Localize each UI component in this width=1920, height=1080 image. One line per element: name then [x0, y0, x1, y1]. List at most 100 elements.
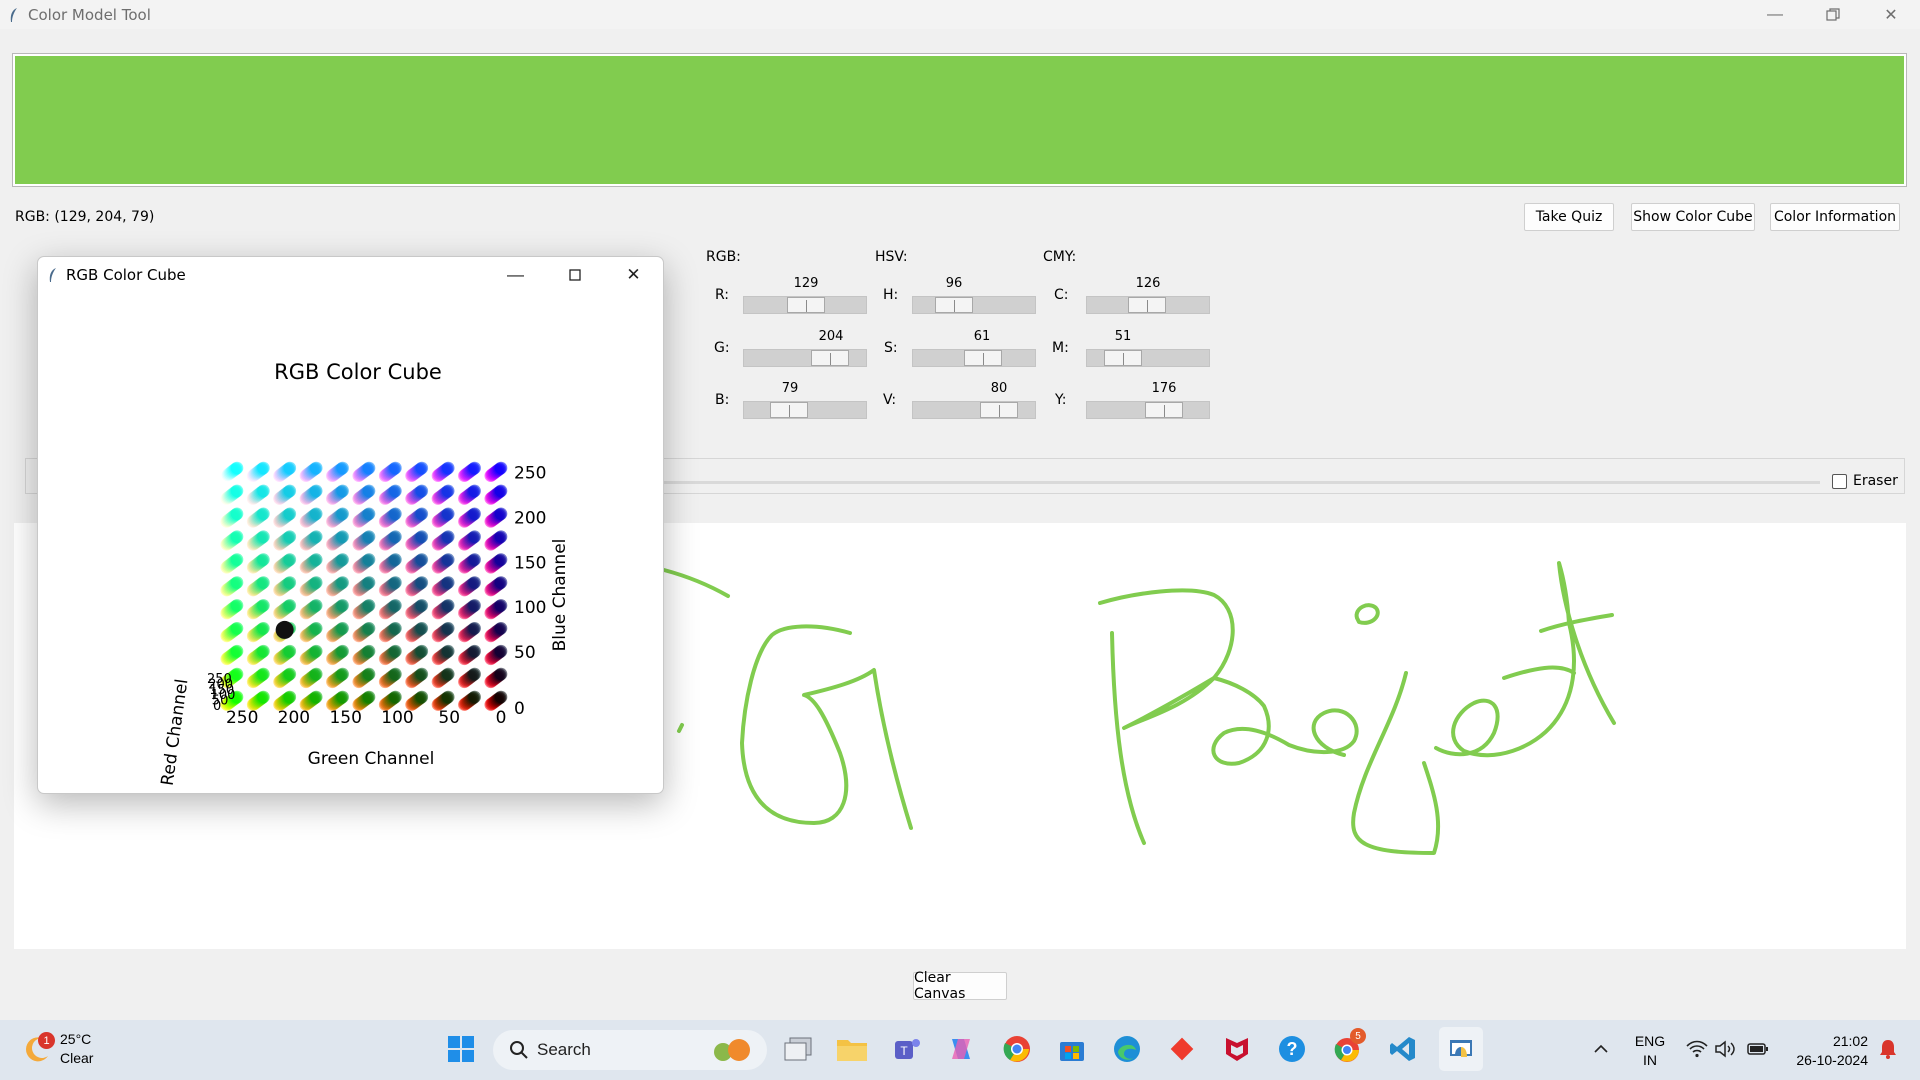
close-button[interactable]: ✕ — [1862, 0, 1920, 29]
h-slider-thumb[interactable] — [935, 297, 973, 313]
r-slider-thumb[interactable] — [787, 297, 825, 313]
s-value: 61 — [973, 329, 991, 344]
cube-point — [468, 530, 481, 543]
cube-point — [257, 576, 270, 589]
cube-point — [230, 507, 244, 521]
cube-maximize-button[interactable] — [545, 257, 604, 293]
cube-point — [336, 644, 349, 658]
cube-point — [230, 484, 244, 498]
cube-point — [441, 530, 455, 543]
taskbar-search[interactable]: Search — [493, 1030, 767, 1070]
s-slider[interactable] — [912, 349, 1036, 367]
main-titlebar[interactable]: Color Model Tool — ✕ — [0, 0, 1920, 29]
b-slider[interactable] — [743, 401, 867, 419]
language-indicator[interactable]: ENG IN — [1630, 1032, 1670, 1070]
python-app-icon[interactable] — [1439, 1027, 1483, 1071]
feather-app-icon — [6, 7, 22, 23]
search-icon — [509, 1040, 529, 1060]
notification-bell-icon[interactable] — [1871, 1032, 1905, 1066]
cube-point — [257, 461, 270, 475]
clear-canvas-button[interactable]: Clear Canvas — [913, 970, 1007, 1002]
hsv-group-label: HSV: — [875, 249, 908, 265]
m-channel-label: M: — [1052, 340, 1069, 356]
restore-button[interactable] — [1804, 0, 1862, 29]
chrome-icon[interactable] — [1000, 1032, 1034, 1066]
cube-point — [468, 461, 481, 475]
m-slider[interactable] — [1086, 349, 1210, 367]
mcafee-icon[interactable] — [1220, 1032, 1254, 1066]
brush-size-slider[interactable] — [660, 481, 1820, 484]
s-slider-thumb[interactable] — [964, 350, 1002, 366]
cube-point — [336, 599, 349, 612]
chrome-profile-icon[interactable]: 5 — [1330, 1028, 1366, 1066]
cube-point — [494, 622, 508, 635]
weather-widget[interactable]: 1 25°C Clear — [22, 1030, 93, 1068]
taskbar-clock[interactable]: 21:02 26-10-2024 — [1782, 1032, 1868, 1070]
cube-point — [441, 507, 455, 521]
color-preview-swatch — [12, 53, 1907, 187]
c-slider-thumb[interactable] — [1128, 297, 1166, 313]
anydesk-icon[interactable] — [1165, 1032, 1199, 1066]
cube-point — [441, 622, 455, 635]
battery-icon[interactable] — [1741, 1032, 1775, 1066]
rgb-readout: RGB: (129, 204, 79) — [15, 209, 155, 225]
cube-titlebar[interactable]: RGB Color Cube — ✕ — [38, 257, 663, 293]
cube-point — [468, 599, 481, 612]
y-slider-thumb[interactable] — [1145, 402, 1183, 418]
v-slider-thumb[interactable] — [980, 402, 1018, 418]
v-slider[interactable] — [912, 401, 1036, 419]
cube-point — [494, 667, 508, 681]
cube-point — [389, 576, 402, 589]
y-slider[interactable] — [1086, 401, 1210, 419]
cube-point — [309, 461, 323, 475]
red-tick-label: 0 — [213, 699, 221, 714]
g-slider[interactable] — [743, 349, 867, 367]
edge-icon[interactable] — [1110, 1032, 1144, 1066]
b-slider-thumb[interactable] — [770, 402, 808, 418]
microsoft-store-icon[interactable] — [1055, 1032, 1089, 1066]
blue-tick-label: 50 — [514, 643, 536, 663]
cube-point — [257, 484, 270, 498]
minimize-button[interactable]: — — [1746, 0, 1804, 29]
rgb-cube-plot[interactable]: RGB Color Cube 250 200 150 100 50 0 250 200 150… — [38, 293, 663, 793]
v-channel-label: V: — [883, 392, 897, 408]
file-explorer-icon[interactable] — [835, 1032, 869, 1066]
cube-point — [415, 667, 429, 681]
cube-point — [283, 599, 297, 612]
v-value: 80 — [990, 381, 1008, 396]
cube-point — [257, 622, 270, 635]
start-icon[interactable] — [444, 1032, 478, 1066]
green-tick-label: 250 — [226, 708, 258, 728]
c-slider[interactable] — [1086, 296, 1210, 314]
eraser-checkbox-box[interactable] — [1832, 473, 1847, 489]
g-slider-thumb[interactable] — [811, 350, 849, 366]
cube-point — [283, 484, 297, 498]
cube-point — [309, 553, 323, 566]
cube-minimize-button[interactable]: — — [486, 257, 545, 293]
volume-icon[interactable] — [1708, 1032, 1742, 1066]
h-slider[interactable] — [912, 296, 1036, 314]
g-channel-label: G: — [714, 340, 730, 356]
cube-point — [230, 644, 244, 658]
cube-point — [389, 530, 402, 543]
help-icon[interactable]: ? — [1275, 1032, 1309, 1066]
cube-point — [389, 622, 402, 635]
show-color-cube-button[interactable]: Show Color Cube — [1631, 203, 1755, 231]
chevron-up-icon[interactable] — [1584, 1032, 1618, 1066]
rgb-color-cube-window[interactable]: RGB Color Cube — ✕ RGB Color Cube 250 200… — [37, 256, 664, 794]
cube-point — [441, 690, 455, 704]
cube-point — [441, 667, 455, 681]
task-view-icon[interactable] — [781, 1032, 815, 1066]
eraser-checkbox[interactable]: Eraser — [1832, 473, 1898, 489]
cube-point — [415, 530, 429, 543]
m-slider-thumb[interactable] — [1104, 350, 1142, 366]
cube-point — [257, 507, 270, 521]
take-quiz-button[interactable]: Take Quiz — [1524, 203, 1614, 231]
teams-icon[interactable]: T — [890, 1032, 924, 1066]
r-slider[interactable] — [743, 296, 867, 314]
cube-close-button[interactable]: ✕ — [604, 257, 663, 293]
color-information-button[interactable]: Color Information — [1770, 203, 1900, 231]
cube-point — [309, 667, 323, 681]
vscode-icon[interactable] — [1386, 1032, 1420, 1066]
copilot-icon[interactable] — [944, 1032, 978, 1066]
